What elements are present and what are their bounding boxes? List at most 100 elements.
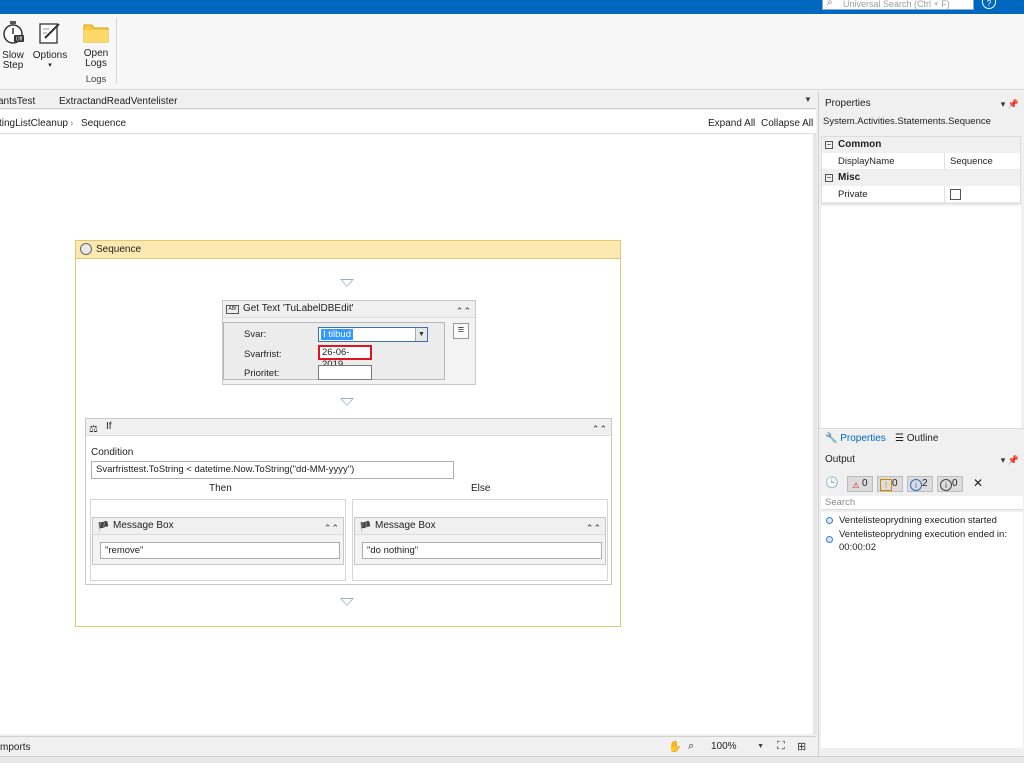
svar-value: I tilbud — [321, 329, 353, 340]
tab-list-dropdown-icon[interactable]: ▼ — [804, 95, 812, 104]
outline-icon: ☰ — [895, 433, 904, 444]
svarfrist-field: 26-06-2019 — [318, 345, 372, 370]
drop-target-icon[interactable] — [340, 398, 354, 406]
get-text-activity[interactable]: ABI Get Text 'TuLabelDBEdit' ⌃⌃ Svar: I … — [222, 300, 476, 385]
collapse-all-button[interactable]: Collapse All — [761, 118, 813, 129]
svg-text:Off: Off — [16, 37, 23, 43]
filter-trace-button[interactable]: i0 — [937, 476, 963, 492]
prioritet-label: Prioritet: — [244, 368, 280, 379]
filter-warnings-button[interactable]: ! 0 — [877, 476, 903, 492]
properties-panel-title: Properties — [825, 98, 871, 109]
property-row-private[interactable]: Private — [822, 186, 1020, 203]
log-entry[interactable]: Ventelisteoprydning execution ended in: … — [839, 528, 1021, 554]
designer-scrollbar[interactable] — [813, 134, 817, 734]
tab-ants-test[interactable]: antsTest — [0, 96, 35, 107]
output-search-input[interactable]: Search — [821, 496, 1023, 510]
folder-icon — [83, 24, 109, 43]
collapse-icon[interactable]: ⌃⌃ — [592, 421, 607, 437]
collapse-minus-icon[interactable]: − — [825, 141, 833, 149]
else-label: Else — [471, 483, 491, 494]
hamburger-menu-icon[interactable]: ≡ — [453, 323, 469, 339]
info-dot-icon — [826, 517, 833, 524]
sequence-activity[interactable]: Sequence ABI Get Text 'TuLabelDBEdit' ⌃⌃… — [75, 240, 621, 627]
condition-input[interactable]: Svarfristtest.ToString < datetime.Now.To… — [91, 461, 454, 479]
svarfrist-label: Svarfrist: — [244, 349, 282, 360]
breadcrumb-item-workflow[interactable]: tingListCleanup — [0, 118, 68, 129]
chevron-down-icon: ▼ — [415, 328, 427, 341]
overview-map-icon[interactable]: ⊞ — [797, 740, 806, 753]
message-box-header[interactable]: 🏴 Message Box ⌃⌃ — [93, 518, 343, 535]
options-button[interactable]: Options ▾ — [32, 20, 68, 71]
sequence-title: Sequence — [96, 244, 142, 255]
fit-to-screen-icon[interactable]: ⛶ — [777, 740, 785, 753]
if-header[interactable]: ⚖ If ⌃⌃ — [86, 419, 611, 436]
info-dot-icon — [826, 536, 833, 543]
breadcrumb-separator: › — [70, 118, 74, 129]
collapse-minus-icon[interactable]: − — [825, 174, 833, 182]
edit-options-icon — [39, 23, 60, 44]
info-count: 2 — [922, 478, 928, 489]
window-bottom-edge — [0, 756, 1024, 763]
then-message-box-activity[interactable]: 🏴 Message Box ⌃⌃ "remove" — [92, 517, 344, 565]
pin-icon[interactable]: ▾ 📌 — [1001, 96, 1019, 112]
else-message-text-input[interactable]: "do nothing" — [362, 542, 602, 559]
sequence-header[interactable]: Sequence — [76, 241, 620, 259]
pan-hand-icon[interactable]: ✋ — [668, 740, 682, 753]
drop-target-icon[interactable] — [340, 598, 354, 606]
zoom-value: 100% — [711, 741, 737, 752]
if-icon: ⚖ — [89, 424, 98, 435]
stopwatch-icon: Off — [3, 21, 24, 44]
open-logs-button[interactable]: Open Logs — [80, 20, 112, 69]
then-message-text-input[interactable]: "remove" — [100, 542, 340, 559]
collapse-icon[interactable]: ⌃⌃ — [324, 520, 339, 536]
tab-outline[interactable]: ☰ Outline — [895, 433, 938, 444]
zoom-select[interactable]: 100% ▼ — [708, 740, 766, 754]
search-placeholder: Universal Search (Ctrl + F) — [843, 0, 950, 9]
collapse-icon[interactable]: ⌃⌃ — [456, 303, 471, 319]
filter-errors-button[interactable]: ⚠ 0 — [847, 476, 873, 492]
then-branch[interactable]: 🏴 Message Box ⌃⌃ "remove" — [90, 499, 346, 581]
get-text-header[interactable]: ABI Get Text 'TuLabelDBEdit' ⌃⌃ — [223, 301, 475, 318]
tab-extract-and-read-ventelister[interactable]: ExtractandReadVentelister — [59, 96, 177, 107]
else-branch[interactable]: 🏴 Message Box ⌃⌃ "do nothing" — [352, 499, 608, 581]
clear-output-icon[interactable]: ✕ — [973, 476, 983, 490]
else-message-box-activity[interactable]: 🏴 Message Box ⌃⌃ "do nothing" — [354, 517, 606, 565]
message-box-icon: 🏴 — [359, 522, 372, 533]
message-box-icon: 🏴 — [97, 522, 110, 533]
filter-info-button[interactable]: i2 — [907, 476, 933, 492]
output-log-list: Ventelisteoprydning execution started Ve… — [821, 512, 1023, 748]
tab-properties-label: Properties — [840, 433, 886, 444]
pin-icon[interactable]: ▾ 📌 — [1001, 452, 1019, 468]
imports-tab[interactable]: mports — [0, 742, 31, 753]
property-name: DisplayName — [838, 156, 895, 167]
if-activity[interactable]: ⚖ If ⌃⌃ Condition Svarfristtest.ToString… — [85, 418, 612, 585]
open-logs-label-2: Logs — [85, 58, 107, 69]
drop-target-icon[interactable] — [340, 279, 354, 287]
property-row-displayname[interactable]: DisplayName Sequence — [822, 153, 1020, 170]
universal-search-input[interactable]: ⌕ Universal Search (Ctrl + F) — [822, 0, 974, 10]
slow-step-button[interactable]: Off Slow Step — [0, 20, 26, 71]
property-value[interactable]: Sequence — [950, 153, 993, 170]
tab-outline-label: Outline — [906, 433, 939, 444]
get-text-preview: Svar: I tilbud ▼ Svarfrist: 26-06-2019 P… — [223, 322, 445, 380]
logs-group-label: Logs — [85, 74, 107, 85]
property-category-misc[interactable]: − Misc — [822, 170, 1020, 186]
breadcrumb-item-sequence[interactable]: Sequence — [81, 118, 126, 129]
expand-all-button[interactable]: Expand All — [708, 118, 755, 129]
property-category-common[interactable]: − Common — [822, 137, 1020, 153]
private-checkbox[interactable] — [950, 189, 961, 200]
message-box-header[interactable]: 🏴 Message Box ⌃⌃ — [355, 518, 605, 535]
chevron-down-icon: ▾ — [48, 62, 52, 69]
warning-count: 0 — [892, 478, 898, 489]
clock-timestamp-icon[interactable]: 🕒 — [825, 476, 839, 489]
log-entry[interactable]: Ventelisteoprydning execution started — [839, 514, 1021, 527]
zoom-magnifier-icon[interactable]: ⌕ — [688, 740, 694, 753]
chevron-down-icon: ▼ — [757, 743, 764, 750]
output-toolbar: 🕒 ⚠ 0 ! 0 i2 i0 ✕ — [821, 474, 1023, 494]
svar-label: Svar: — [244, 329, 267, 340]
tab-properties[interactable]: 🔧 Properties — [825, 433, 886, 444]
collapse-icon[interactable]: ⌃⌃ — [586, 520, 601, 536]
output-panel-header: Output ▾ 📌 — [819, 452, 1024, 468]
if-title: If — [106, 421, 112, 432]
slow-step-label-2: Step — [2, 60, 24, 71]
